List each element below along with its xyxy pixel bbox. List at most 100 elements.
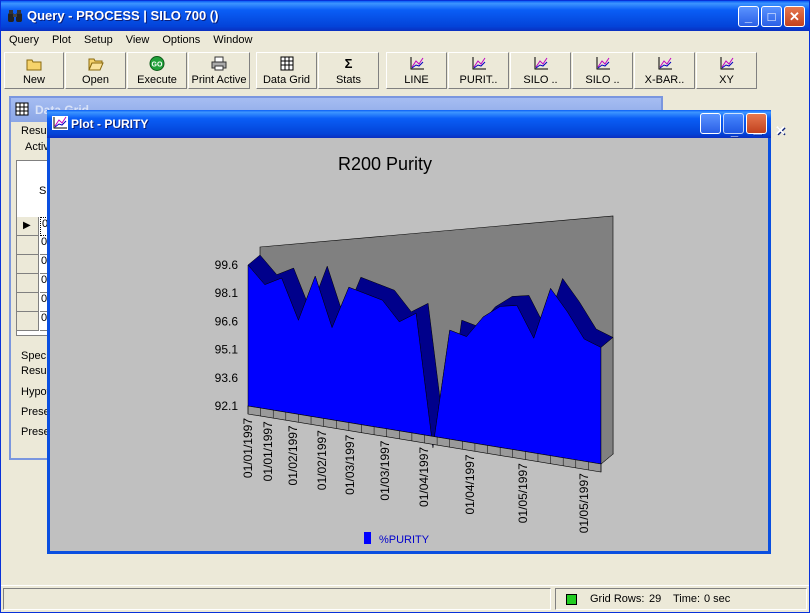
status-bar: Grid Rows: 29 Time: 0 sec bbox=[1, 585, 809, 612]
go-icon: GO bbox=[149, 56, 165, 71]
line-plot-label: LINE bbox=[404, 74, 429, 86]
x-tick-label: 01/02/1997 bbox=[315, 430, 329, 490]
binoculars-icon bbox=[8, 10, 22, 22]
app-title: Query - PROCESS | SILO 700 () bbox=[27, 8, 219, 23]
row-selector[interactable] bbox=[17, 236, 39, 255]
open-folder-icon bbox=[87, 58, 104, 71]
y-tick-label: 99.6 bbox=[215, 258, 239, 272]
x-tick-label: 01/01/1997 bbox=[241, 418, 255, 478]
status-panel-message bbox=[3, 588, 551, 610]
minimize-icon: _ bbox=[744, 9, 753, 24]
print-active-button[interactable]: Print Active bbox=[188, 52, 250, 89]
grid-icon bbox=[280, 56, 293, 71]
column-header: S bbox=[39, 185, 47, 197]
xy-plot-label: XY bbox=[719, 74, 734, 86]
time-label: Time: bbox=[673, 593, 701, 605]
status-led-icon bbox=[566, 594, 577, 605]
data-grid-label: Data Grid bbox=[262, 74, 311, 86]
present-label-2: Prese bbox=[21, 426, 50, 438]
plot-title-bar[interactable]: Plot - PURITY _ □ ✕ bbox=[47, 110, 786, 138]
chart-icon bbox=[534, 57, 548, 70]
row-selector[interactable]: ▶ bbox=[17, 217, 39, 236]
chart-icon bbox=[410, 57, 424, 70]
menu-options[interactable]: Options bbox=[154, 31, 205, 50]
x-tick-label: 01/03/1997 bbox=[378, 440, 392, 500]
main-window: Query - PROCESS | SILO 700 () _ □ ✕ Quer… bbox=[0, 0, 810, 613]
present-label-1: Prese bbox=[21, 406, 50, 418]
plot-window[interactable]: Plot - PURITY _ □ ✕ R200 Purity 99.6 98.1… bbox=[47, 110, 786, 554]
toolbar: New Open GO Execute Print Active Data Gr… bbox=[4, 52, 758, 90]
silo-plot-button-2[interactable]: SILO .. bbox=[572, 52, 633, 89]
open-label: Open bbox=[82, 74, 109, 86]
menu-setup[interactable]: Setup bbox=[76, 31, 118, 50]
data-grid-table[interactable]: S ▶ 01 01 01 01 01 01 bbox=[16, 160, 50, 336]
row-selector[interactable] bbox=[17, 312, 39, 331]
chart-icon bbox=[658, 57, 672, 70]
maximize-icon: □ bbox=[767, 9, 776, 24]
svg-text:GO: GO bbox=[152, 62, 163, 69]
legend-label: %PURITY bbox=[379, 534, 430, 546]
sigma-icon: Σ bbox=[344, 56, 353, 71]
open-button[interactable]: Open bbox=[65, 52, 126, 89]
chart-title: R200 Purity bbox=[338, 154, 432, 174]
row-selector[interactable] bbox=[17, 255, 39, 274]
stats-button[interactable]: Σ Stats bbox=[318, 52, 379, 89]
plot-minimize-button[interactable]: _ bbox=[700, 113, 738, 138]
grid-rows-label: Grid Rows: bbox=[590, 593, 645, 605]
time-value: 0 sec bbox=[704, 593, 731, 605]
new-label: New bbox=[22, 74, 45, 86]
minimize-button[interactable]: _ bbox=[738, 6, 759, 27]
row-selector[interactable] bbox=[17, 274, 39, 293]
plot-close-button[interactable]: ✕ bbox=[746, 113, 786, 138]
y-tick-label: 96.6 bbox=[215, 314, 239, 328]
y-tick-label: 98.1 bbox=[215, 286, 239, 300]
menu-bar: Query Plot Setup View Options Window bbox=[1, 31, 809, 50]
chart-icon bbox=[720, 57, 734, 70]
menu-plot[interactable]: Plot bbox=[44, 31, 76, 50]
purity-plot-button[interactable]: PURIT.. bbox=[448, 52, 509, 89]
close-icon: ✕ bbox=[789, 9, 800, 24]
maximize-button[interactable]: □ bbox=[761, 6, 782, 27]
xy-plot-button[interactable]: XY bbox=[696, 52, 757, 89]
execute-label: Execute bbox=[137, 74, 177, 86]
grid-icon bbox=[15, 102, 29, 116]
new-button[interactable]: New bbox=[4, 52, 64, 89]
x-tick-label: 01/01/1997 bbox=[261, 421, 275, 481]
y-tick-label: 95.1 bbox=[215, 343, 239, 357]
chart-right-edge bbox=[600, 336, 614, 465]
chart-icon bbox=[472, 57, 486, 70]
menu-view[interactable]: View bbox=[118, 31, 155, 50]
results-label: Resul bbox=[21, 125, 50, 137]
x-tick-label: 01/02/1997 bbox=[286, 425, 300, 485]
plot-maximize-button[interactable]: □ bbox=[723, 113, 761, 138]
grid-rows-value: 29 bbox=[649, 593, 662, 605]
execute-button[interactable]: GO Execute bbox=[127, 52, 187, 89]
close-icon: ✕ bbox=[775, 123, 786, 138]
result-label: Resul bbox=[21, 365, 50, 377]
x-tick-label: 01/03/1997 bbox=[343, 434, 357, 494]
print-active-label: Print Active bbox=[191, 74, 247, 86]
y-tick-label: 93.6 bbox=[215, 371, 239, 385]
x-tick-label: 01/04/1997 bbox=[417, 447, 431, 507]
row-pointer-icon: ▶ bbox=[23, 220, 31, 231]
x-tick-label: 01/04/1997 bbox=[463, 454, 477, 514]
line-plot-button[interactable]: LINE bbox=[386, 52, 447, 89]
y-tick-label: 92.1 bbox=[215, 399, 239, 413]
x-tick-label: 01/05/1997 bbox=[516, 463, 530, 523]
purity-plot-label: PURIT.. bbox=[459, 74, 498, 86]
purity-chart: R200 Purity 99.698.196.695.193.692.101/0… bbox=[215, 154, 614, 546]
silo-plot-button-1[interactable]: SILO .. bbox=[510, 52, 571, 89]
x-tick-label: 01/05/1997 bbox=[577, 473, 591, 533]
spec-label: Spec bbox=[21, 350, 47, 362]
row-selector[interactable] bbox=[17, 293, 39, 312]
close-button[interactable]: ✕ bbox=[784, 6, 805, 27]
printer-icon bbox=[211, 56, 227, 71]
main-title-bar[interactable]: Query - PROCESS | SILO 700 () _ □ ✕ bbox=[1, 1, 809, 31]
legend-swatch bbox=[364, 532, 371, 544]
menu-query[interactable]: Query bbox=[1, 31, 44, 50]
stats-label: Stats bbox=[335, 74, 362, 86]
data-grid-button[interactable]: Data Grid bbox=[256, 52, 317, 89]
xbar-plot-button[interactable]: X-BAR.. bbox=[634, 52, 695, 89]
active-label: Activ bbox=[25, 141, 49, 153]
menu-window[interactable]: Window bbox=[205, 31, 257, 50]
